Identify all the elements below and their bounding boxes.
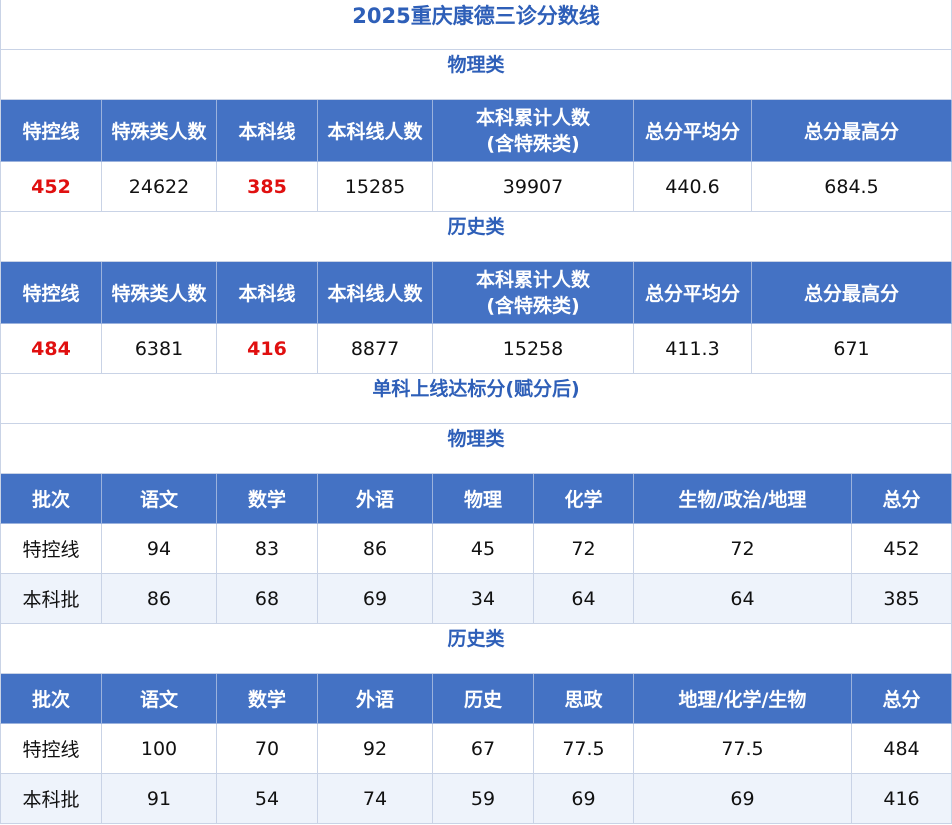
score-cell: 15258 <box>433 324 634 374</box>
physics-subject-label: 物理类 <box>0 424 952 474</box>
single-subject-title: 单科上线达标分(赋分后) <box>0 374 952 424</box>
header-cell: 特控线 <box>0 100 102 162</box>
table-cell: 72 <box>534 524 634 574</box>
table-cell: 69 <box>534 774 634 824</box>
table-cell: 484 <box>852 724 952 774</box>
physics-score-header-row: 特控线 特殊类人数 本科线 本科线人数 本科累计人数 (含特殊类) 总分平均分 总… <box>0 100 952 162</box>
header-cell: 总分最高分 <box>752 262 952 324</box>
score-cell: 411.3 <box>634 324 752 374</box>
score-cell: 671 <box>752 324 952 374</box>
header-cell: 语文 <box>102 474 217 524</box>
table-cell: 本科批 <box>0 774 102 824</box>
table-cell: 64 <box>634 574 852 624</box>
score-cell: 385 <box>217 162 318 212</box>
table-cell: 72 <box>634 524 852 574</box>
table-cell: 68 <box>217 574 318 624</box>
table-cell: 416 <box>852 774 952 824</box>
table-cell: 77.5 <box>534 724 634 774</box>
score-cell: 416 <box>217 324 318 374</box>
table-row: 特控线 94 83 86 45 72 72 452 <box>0 524 952 574</box>
table-cell: 77.5 <box>634 724 852 774</box>
table-cell: 本科批 <box>0 574 102 624</box>
header-cell: 本科累计人数 (含特殊类) <box>433 100 634 162</box>
table-cell: 70 <box>217 724 318 774</box>
header-cell: 数学 <box>217 474 318 524</box>
table-cell: 69 <box>634 774 852 824</box>
header-cell: 总分平均分 <box>634 100 752 162</box>
history-score-row: 484 6381 416 8877 15258 411.3 671 <box>0 324 952 374</box>
table-cell: 385 <box>852 574 952 624</box>
table-row: 特控线 100 70 92 67 77.5 77.5 484 <box>0 724 952 774</box>
table-cell: 69 <box>318 574 433 624</box>
history-subject-header-row: 批次 语文 数学 外语 历史 思政 地理/化学/生物 总分 <box>0 674 952 724</box>
table-cell: 91 <box>102 774 217 824</box>
header-cell: 批次 <box>0 674 102 724</box>
header-cell: 特殊类人数 <box>102 100 217 162</box>
header-cell: 本科累计人数 (含特殊类) <box>433 262 634 324</box>
header-cell: 特殊类人数 <box>102 262 217 324</box>
table-cell: 94 <box>102 524 217 574</box>
history-section-label: 历史类 <box>0 212 952 262</box>
table-cell: 67 <box>433 724 534 774</box>
score-cell: 24622 <box>102 162 217 212</box>
header-cell: 本科线人数 <box>318 100 433 162</box>
header-cell: 语文 <box>102 674 217 724</box>
table-cell: 特控线 <box>0 524 102 574</box>
table-row: 本科批 86 68 69 34 64 64 385 <box>0 574 952 624</box>
header-cell: 本科线 <box>217 100 318 162</box>
score-cell: 15285 <box>318 162 433 212</box>
score-cell: 6381 <box>102 324 217 374</box>
header-cell: 本科线 <box>217 262 318 324</box>
table-cell: 特控线 <box>0 724 102 774</box>
header-cell: 外语 <box>318 674 433 724</box>
table-cell: 54 <box>217 774 318 824</box>
header-cell: 生物/政治/地理 <box>634 474 852 524</box>
score-cell: 684.5 <box>752 162 952 212</box>
header-cell: 特控线 <box>0 262 102 324</box>
history-subject-label: 历史类 <box>0 624 952 674</box>
header-cell: 外语 <box>318 474 433 524</box>
history-score-header-row: 特控线 特殊类人数 本科线 本科线人数 本科累计人数 (含特殊类) 总分平均分 总… <box>0 262 952 324</box>
header-cell: 总分 <box>852 674 952 724</box>
header-cell: 物理 <box>433 474 534 524</box>
table-cell: 452 <box>852 524 952 574</box>
table-cell: 74 <box>318 774 433 824</box>
header-cell: 化学 <box>534 474 634 524</box>
header-cell: 批次 <box>0 474 102 524</box>
score-cell: 440.6 <box>634 162 752 212</box>
table-cell: 86 <box>318 524 433 574</box>
header-cell: 总分 <box>852 474 952 524</box>
table-cell: 83 <box>217 524 318 574</box>
header-cell: 历史 <box>433 674 534 724</box>
score-cell: 452 <box>0 162 102 212</box>
page-title: 2025重庆康德三诊分数线 <box>0 0 952 50</box>
table-cell: 59 <box>433 774 534 824</box>
table-cell: 92 <box>318 724 433 774</box>
score-cell: 39907 <box>433 162 634 212</box>
table-cell: 100 <box>102 724 217 774</box>
table-cell: 64 <box>534 574 634 624</box>
header-cell: 数学 <box>217 674 318 724</box>
table-cell: 86 <box>102 574 217 624</box>
header-cell: 地理/化学/生物 <box>634 674 852 724</box>
physics-section-label: 物理类 <box>0 50 952 100</box>
table-cell: 45 <box>433 524 534 574</box>
table-row: 本科批 91 54 74 59 69 69 416 <box>0 774 952 824</box>
physics-subject-header-row: 批次 语文 数学 外语 物理 化学 生物/政治/地理 总分 <box>0 474 952 524</box>
score-cell: 484 <box>0 324 102 374</box>
table-cell: 34 <box>433 574 534 624</box>
header-cell: 思政 <box>534 674 634 724</box>
score-cell: 8877 <box>318 324 433 374</box>
header-cell: 总分最高分 <box>752 100 952 162</box>
header-cell: 总分平均分 <box>634 262 752 324</box>
header-cell: 本科线人数 <box>318 262 433 324</box>
physics-score-row: 452 24622 385 15285 39907 440.6 684.5 <box>0 162 952 212</box>
